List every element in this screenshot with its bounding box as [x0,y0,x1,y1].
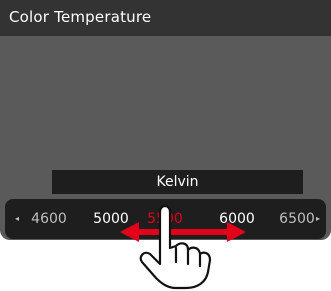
scale-value-5000[interactable]: 5000 [93,199,129,239]
title-bar: Color Temperature [0,0,331,36]
camera-screen: Color Temperature Kelvin ◂ 4600 5000 550… [0,0,331,240]
scale-value-5500[interactable]: 5500 [147,199,183,239]
unit-label: Kelvin [52,170,303,194]
scale-value-4600[interactable]: 4600 [31,199,67,239]
scale-value-6000[interactable]: 6000 [219,199,255,239]
kelvin-scale[interactable]: ◂ 4600 5000 5500 6000 6500 ▸ [5,199,326,239]
scroll-right-icon[interactable]: ▸ [316,199,320,239]
screen-title: Color Temperature [9,8,152,26]
scroll-left-icon[interactable]: ◂ [15,199,19,239]
scale-value-6500[interactable]: 6500 [279,199,315,239]
